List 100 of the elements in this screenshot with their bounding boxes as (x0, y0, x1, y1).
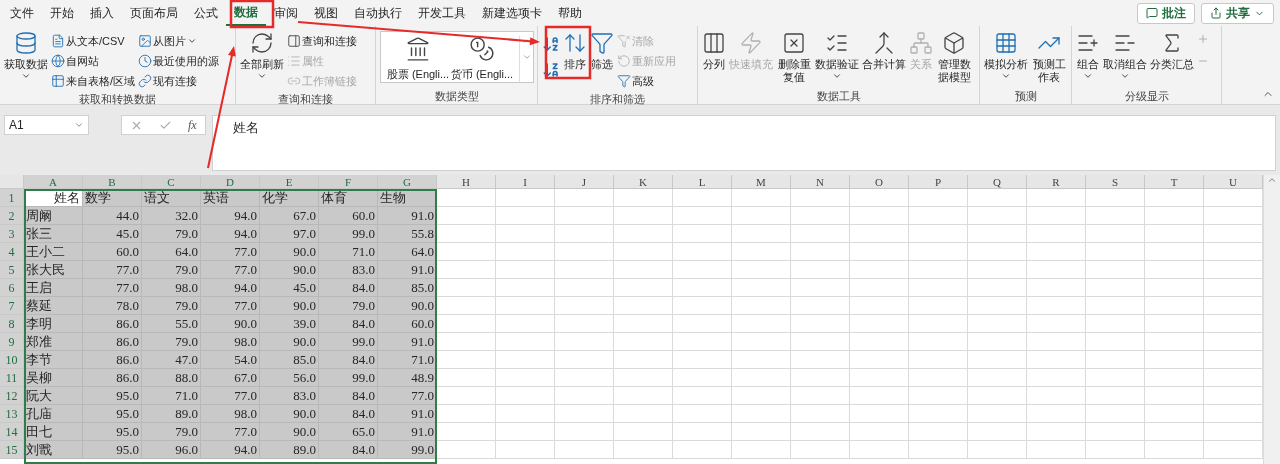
row-header[interactable]: 11 (0, 369, 24, 387)
sort-ascending-icon[interactable] (542, 35, 560, 53)
insert-function-button[interactable]: fx (188, 116, 197, 134)
column-header[interactable]: J (555, 175, 614, 189)
ribbon-button[interactable]: 查询和连接 (287, 31, 357, 51)
row-header[interactable]: 14 (0, 423, 24, 441)
row-header[interactable]: 15 (0, 441, 24, 459)
row-header[interactable]: 7 (0, 297, 24, 315)
ribbon-button[interactable]: 从图片 (138, 31, 220, 51)
row-header[interactable]: 9 (0, 333, 24, 351)
grid-cell (437, 369, 496, 387)
grid-cell (791, 225, 850, 243)
menu-tab[interactable]: 开始 (42, 0, 82, 26)
menu-tab[interactable]: 插入 (82, 0, 122, 26)
column-header[interactable]: G (378, 175, 437, 189)
vertical-scrollbar[interactable] (1263, 175, 1280, 464)
ribbon-button[interactable]: 从文本/CSV (51, 31, 136, 51)
column-header[interactable]: O (850, 175, 909, 189)
ribbon-button[interactable]: 组合 (1076, 29, 1100, 81)
column-header[interactable]: K (614, 175, 673, 189)
ribbon-button[interactable]: 删除重复值 (776, 29, 812, 84)
column-header[interactable]: F (319, 175, 378, 189)
menu-tab[interactable]: 视图 (306, 0, 346, 26)
column-header[interactable]: D (201, 175, 260, 189)
column-header[interactable]: M (732, 175, 791, 189)
row-header[interactable]: 6 (0, 279, 24, 297)
row-header[interactable]: 12 (0, 387, 24, 405)
ribbon-button[interactable]: 自网站 (51, 51, 136, 71)
ribbon-button[interactable]: 高级 (617, 71, 676, 91)
ribbon-button[interactable]: 来自表格/区域 (51, 71, 136, 91)
column-header[interactable]: L (673, 175, 732, 189)
grid-cell (1204, 315, 1263, 333)
menu-tab[interactable]: 开发工具 (410, 0, 474, 26)
column-header[interactable]: N (791, 175, 850, 189)
show-detail-icon[interactable] (1197, 33, 1209, 45)
column-header[interactable]: Q (968, 175, 1027, 189)
menu-tab[interactable]: 页面布局 (122, 0, 186, 26)
name-box[interactable]: A1 (4, 115, 89, 135)
grid-cell (1145, 405, 1204, 423)
menu-tab[interactable]: 自动执行 (346, 0, 410, 26)
menu-tab[interactable]: 公式 (186, 0, 226, 26)
ribbon-button[interactable]: 模拟分析 (984, 29, 1028, 81)
column-header[interactable]: I (496, 175, 555, 189)
column-header[interactable]: C (142, 175, 201, 189)
column-header[interactable]: P (909, 175, 968, 189)
table-cell: 60.0 (319, 207, 378, 225)
table-cell: 91.0 (378, 333, 437, 351)
grid-cell (437, 225, 496, 243)
sort-descending-icon[interactable] (542, 61, 560, 79)
grid-cell (614, 261, 673, 279)
column-header[interactable]: B (83, 175, 142, 189)
comment-button[interactable]: 批注 (1137, 2, 1195, 24)
menu-tab[interactable]: 文件 (2, 0, 42, 26)
ribbon-button[interactable]: 排序 (563, 29, 587, 71)
ribbon-button[interactable]: 预测工作表 (1031, 29, 1067, 84)
row-header[interactable]: 10 (0, 351, 24, 369)
select-all-corner[interactable] (0, 175, 24, 189)
row-header[interactable]: 2 (0, 207, 24, 225)
table-cell: 99.0 (319, 333, 378, 351)
grid-cell (437, 333, 496, 351)
grid-cell (1145, 441, 1204, 459)
scroll-up-icon[interactable] (521, 36, 532, 46)
column-header[interactable]: S (1086, 175, 1145, 189)
ribbon-button[interactable]: 取消组合 (1103, 29, 1147, 81)
ribbon-button[interactable]: 分列 (702, 29, 726, 71)
scroll-up-icon[interactable] (1267, 175, 1277, 185)
share-button[interactable]: 共享 (1201, 2, 1274, 24)
ribbon-button[interactable]: 管理数据模型 (936, 29, 972, 84)
row-header[interactable]: 4 (0, 243, 24, 261)
column-header[interactable]: T (1145, 175, 1204, 189)
row-header[interactable]: 8 (0, 315, 24, 333)
gallery-item[interactable]: 股票 (Engli... (387, 36, 449, 83)
column-header[interactable]: R (1027, 175, 1086, 189)
ribbon-button[interactable]: 数据验证 (815, 29, 859, 81)
scroll-down-icon[interactable] (521, 52, 532, 62)
column-header[interactable]: A (24, 175, 83, 189)
row-header[interactable]: 5 (0, 261, 24, 279)
table-cell: 90.0 (260, 297, 319, 315)
ribbon-button[interactable]: 合并计算 (862, 29, 906, 71)
menu-tab[interactable]: 帮助 (550, 0, 590, 26)
ribbon-button[interactable]: 现有连接 (138, 71, 220, 91)
formula-input[interactable]: 姓名 (211, 115, 1276, 171)
menu-tab[interactable]: 审阅 (266, 0, 306, 26)
grid-cell (909, 243, 968, 261)
ribbon-button[interactable]: 最近使用的源 (138, 51, 220, 71)
grid-cell (791, 261, 850, 279)
ribbon-button[interactable]: 获取数据 (4, 29, 48, 81)
grid-cell (732, 207, 791, 225)
grid-cell (673, 351, 732, 369)
row-header[interactable]: 1 (0, 189, 24, 207)
menu-tab[interactable]: 新建选项卡 (474, 0, 550, 26)
ribbon-button[interactable]: 全部刷新 (240, 29, 284, 81)
column-header[interactable]: E (260, 175, 319, 189)
ribbon-button[interactable]: 分类汇总 (1150, 29, 1194, 71)
row-header[interactable]: 3 (0, 225, 24, 243)
gallery-item[interactable]: 货币 (Engli... (451, 36, 513, 83)
column-header[interactable]: H (437, 175, 496, 189)
ribbon-button[interactable]: 筛选 (590, 29, 614, 71)
row-header[interactable]: 13 (0, 405, 24, 423)
column-header[interactable]: U (1204, 175, 1263, 189)
